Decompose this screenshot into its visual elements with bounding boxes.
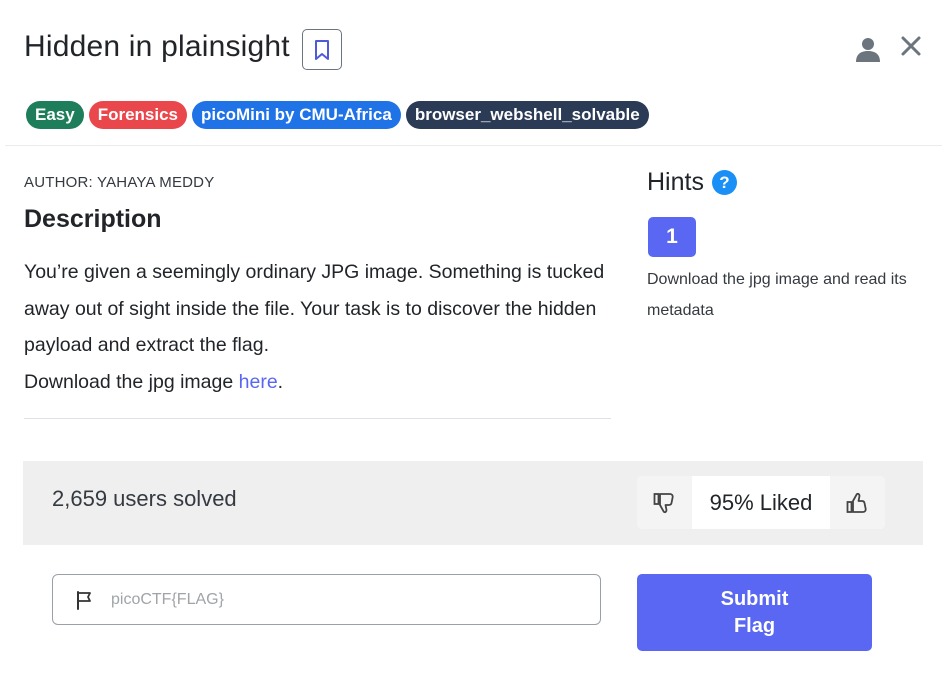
help-icon[interactable]: ? [711, 170, 737, 195]
description-heading: Description [24, 205, 162, 233]
rating-group: 95% Liked [637, 476, 885, 529]
submit-flag-label: Submit Flag [720, 587, 789, 637]
download-link[interactable]: here [239, 371, 278, 393]
hints-heading: Hints ? [647, 168, 737, 197]
bookmark-button[interactable] [302, 29, 342, 70]
hint-1-button[interactable]: 1 [648, 217, 696, 257]
description-text: You’re given a seemingly ordinary JPG im… [24, 261, 605, 357]
hints-title: Hints [647, 168, 704, 196]
flag-input-container [52, 574, 601, 625]
like-button[interactable] [830, 476, 885, 529]
flag-input[interactable] [111, 590, 591, 609]
description-divider [24, 418, 611, 419]
thumbs-up-icon [846, 492, 867, 513]
bookmark-icon [315, 39, 329, 60]
close-icon[interactable] [899, 34, 923, 58]
tag-event[interactable]: picoMini by CMU-Africa [192, 101, 401, 129]
download-prefix: Download the jpg image [24, 371, 239, 394]
tag-list: Easy Forensics picoMini by CMU-Africa br… [26, 101, 649, 129]
author-label: AUTHOR: YAHAYA MEDDY [24, 174, 215, 191]
dislike-button[interactable] [637, 476, 692, 529]
tag-difficulty[interactable]: Easy [26, 101, 84, 129]
user-icon[interactable] [855, 36, 881, 62]
solved-count: 2,659 users solved [52, 486, 237, 511]
description-body: You’re given a seemingly ordinary JPG im… [24, 254, 616, 401]
tag-feature[interactable]: browser_webshell_solvable [405, 101, 649, 129]
hint-1-text: Download the jpg image and read its meta… [647, 271, 907, 319]
flag-icon [77, 590, 91, 610]
tag-category[interactable]: Forensics [88, 101, 188, 129]
challenge-title: Hidden in plainsight [24, 30, 290, 63]
submit-flag-button[interactable]: Submit Flag [637, 574, 872, 651]
download-suffix: . [277, 371, 284, 394]
thumbs-down-icon [653, 492, 674, 513]
liked-percentage: 95% Liked [692, 476, 830, 529]
header-divider [5, 145, 942, 146]
